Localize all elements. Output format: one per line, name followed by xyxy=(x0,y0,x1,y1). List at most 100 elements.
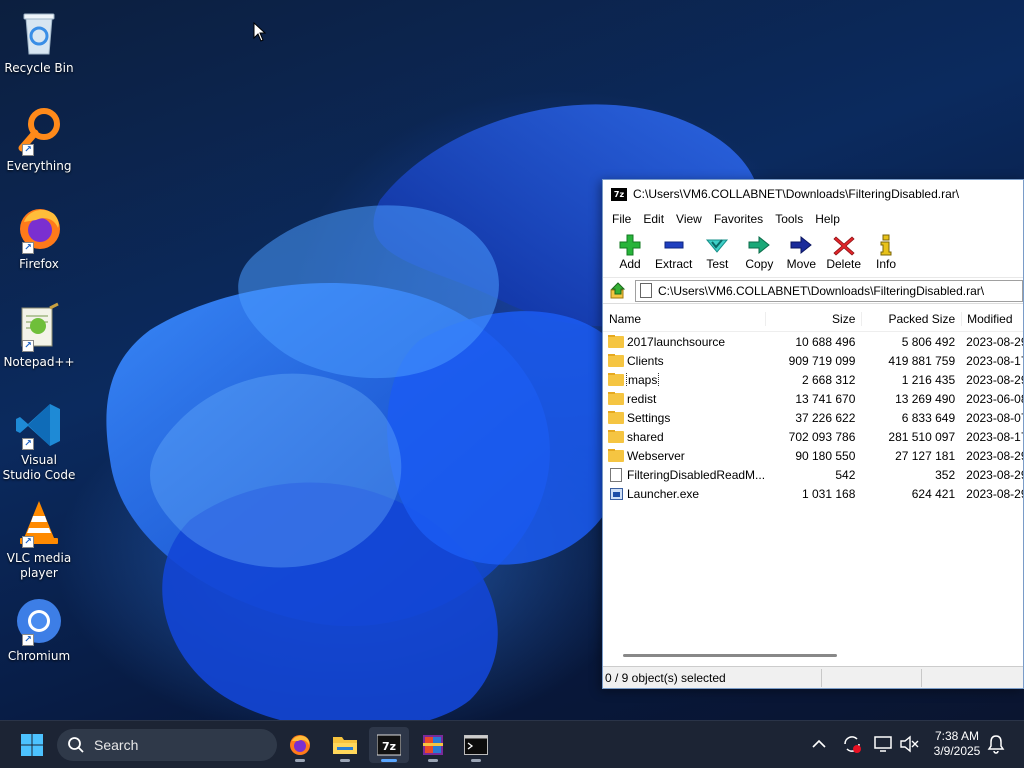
list-item[interactable]: shared 702 093 786 281 510 097 2023-08-1… xyxy=(603,427,1023,446)
column-header-modified[interactable]: Modified xyxy=(961,311,1023,326)
address-path-text: C:\Users\VM6.COLLABNET\Downloads\Filteri… xyxy=(658,283,985,298)
winrar-icon xyxy=(423,735,443,755)
item-size: 542 xyxy=(835,467,856,482)
copy-arrow-icon xyxy=(748,235,771,255)
notifications-bell-icon[interactable] xyxy=(987,734,1005,754)
item-name: FilteringDisabledReadM... xyxy=(627,467,765,482)
column-header-name[interactable]: Name xyxy=(603,312,765,326)
menu-edit[interactable]: Edit xyxy=(637,212,670,226)
taskbar-7zip[interactable]: 7z xyxy=(369,727,409,763)
running-indicator xyxy=(428,759,438,762)
add-plus-icon xyxy=(619,234,641,256)
desktop-icon-chromium[interactable]: ↗ Chromium xyxy=(2,596,76,664)
taskbar-search-box[interactable]: Search xyxy=(57,729,277,761)
list-item[interactable]: Webserver 90 180 550 27 127 181 2023-08-… xyxy=(603,446,1023,465)
move-button[interactable]: Move xyxy=(780,230,822,271)
taskbar-firefox[interactable] xyxy=(280,727,320,763)
volume-muted-icon[interactable] xyxy=(898,733,920,755)
desktop-icon-label: VLC media player xyxy=(6,551,72,580)
desktop-icon-vlc[interactable]: ↗ VLC media player xyxy=(2,498,76,581)
desktop-icon-recycle-bin[interactable]: Recycle Bin xyxy=(2,8,76,76)
item-modified: 2023-08-29 xyxy=(966,334,1023,349)
folder-icon xyxy=(608,372,624,386)
list-item[interactable]: 2017launchsource 10 688 496 5 806 492 20… xyxy=(603,332,1023,351)
address-path-field[interactable]: C:\Users\VM6.COLLABNET\Downloads\Filteri… xyxy=(635,279,1023,302)
shortcut-arrow-icon: ↗ xyxy=(22,634,34,646)
item-packed-size: 27 127 181 xyxy=(895,448,956,463)
move-arrow-icon xyxy=(790,235,813,255)
item-size: 37 226 622 xyxy=(795,410,856,425)
desktop-icon-label: Notepad++ xyxy=(3,355,75,369)
menu-file[interactable]: File xyxy=(606,212,637,226)
menu-favorites[interactable]: Favorites xyxy=(708,212,769,226)
list-item[interactable]: FilteringDisabledReadM... 542 352 2023-0… xyxy=(603,465,1023,484)
column-header-packed-size[interactable]: Packed Size xyxy=(861,311,961,326)
test-label: Test xyxy=(706,257,729,271)
notepadpp-icon: ↗ xyxy=(14,302,64,352)
list-item[interactable]: Launcher.exe 1 031 168 624 421 2023-08-2… xyxy=(603,484,1023,503)
menu-tools[interactable]: Tools xyxy=(769,212,809,226)
text-file-icon xyxy=(610,467,622,482)
item-size: 90 180 550 xyxy=(795,448,856,463)
extract-button[interactable]: Extract xyxy=(651,230,696,271)
item-name: 2017launchsource xyxy=(627,334,726,349)
desktop-icon-vscode[interactable]: ↗ Visual Studio Code xyxy=(2,400,76,483)
taskbar-terminal[interactable] xyxy=(456,727,496,763)
running-indicator xyxy=(471,759,481,762)
archive-document-icon xyxy=(640,283,652,298)
list-item[interactable]: Settings 37 226 622 6 833 649 2023-08-07 xyxy=(603,408,1023,427)
desktop-icon-notepadpp[interactable]: ↗ Notepad++ xyxy=(2,302,76,370)
taskbar-file-explorer[interactable] xyxy=(325,727,365,763)
item-packed-size: 6 833 649 xyxy=(901,410,956,425)
recycle-bin-icon xyxy=(14,8,64,58)
item-name: Settings xyxy=(627,410,671,425)
executable-icon xyxy=(610,487,623,500)
item-packed-size: 352 xyxy=(935,467,956,482)
add-button[interactable]: Add xyxy=(609,230,651,271)
desktop-icon-everything[interactable]: ↗ Everything xyxy=(2,106,76,174)
window-title: C:\Users\VM6.COLLABNET\Downloads\Filteri… xyxy=(633,187,960,201)
copy-button[interactable]: Copy xyxy=(738,230,780,271)
list-item[interactable]: Clients 909 719 099 419 881 759 2023-08-… xyxy=(603,351,1023,370)
list-item[interactable]: redist 13 741 670 13 269 490 2023-06-08 xyxy=(603,389,1023,408)
network-monitor-icon[interactable] xyxy=(872,733,894,755)
extract-label: Extract xyxy=(655,257,693,271)
info-button[interactable]: Info xyxy=(865,230,907,271)
folder-icon xyxy=(608,334,624,348)
up-folder-button[interactable] xyxy=(607,280,629,302)
item-packed-size: 5 806 492 xyxy=(901,334,956,349)
7zip-file-manager-window: 7z C:\Users\VM6.COLLABNET\Downloads\Filt… xyxy=(602,179,1024,689)
menu-view[interactable]: View xyxy=(670,212,708,226)
terminal-icon xyxy=(464,735,488,755)
taskbar-winrar[interactable] xyxy=(413,727,453,763)
horizontal-scrollbar[interactable] xyxy=(623,654,837,657)
desktop-icon-firefox[interactable]: ↗ Firefox xyxy=(2,204,76,272)
show-hidden-icons-chevron-icon[interactable] xyxy=(810,735,828,753)
clock-time: 7:38 AM xyxy=(934,729,980,743)
item-modified: 2023-08-29 xyxy=(966,486,1023,501)
desktop-icon-label: Firefox xyxy=(19,257,59,271)
menu-help[interactable]: Help xyxy=(809,212,846,226)
firefox-icon: ↗ xyxy=(14,204,64,254)
list-item[interactable]: maps 2 668 312 1 216 435 2023-08-29 xyxy=(603,370,1023,389)
file-explorer-icon xyxy=(333,737,357,754)
shortcut-arrow-icon: ↗ xyxy=(22,144,34,156)
desktop-icon-label: Visual Studio Code xyxy=(2,453,76,482)
folder-icon xyxy=(608,410,624,424)
sync-status-icon[interactable] xyxy=(841,733,863,755)
delete-button[interactable]: Delete xyxy=(822,230,865,271)
taskbar-clock[interactable]: 7:38 AM 3/9/2025 xyxy=(928,729,986,759)
windows-start-icon[interactable] xyxy=(20,733,44,757)
window-titlebar[interactable]: 7z C:\Users\VM6.COLLABNET\Downloads\Filt… xyxy=(603,180,1023,208)
item-modified: 2023-08-29 xyxy=(966,448,1023,463)
item-packed-size: 13 269 490 xyxy=(895,391,956,406)
item-size: 2 668 312 xyxy=(801,372,856,387)
7zip-icon: 7z xyxy=(377,734,401,756)
test-button[interactable]: Test xyxy=(696,230,738,271)
column-header-size[interactable]: Size xyxy=(764,311,862,326)
item-modified: 2023-08-17 xyxy=(966,353,1023,368)
shortcut-arrow-icon: ↗ xyxy=(22,438,34,450)
item-modified: 2023-08-29 xyxy=(966,467,1023,482)
item-size: 702 093 786 xyxy=(788,429,856,444)
item-name: redist xyxy=(627,391,657,406)
